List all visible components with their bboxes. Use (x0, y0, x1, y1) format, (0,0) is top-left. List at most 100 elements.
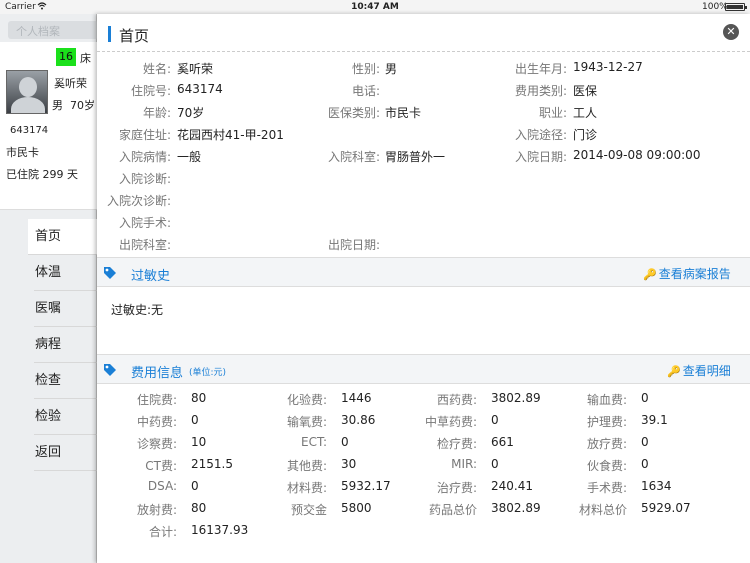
fee-label: 护理费: (586, 415, 627, 429)
fee-value: 0 (491, 457, 499, 471)
tag-icon (104, 267, 116, 279)
fee-value: 5929.07 (641, 501, 691, 515)
nav-item-temperature[interactable]: 体温 (34, 255, 97, 291)
title-accent (108, 26, 111, 42)
fee-label: 诊察费: (136, 437, 177, 451)
fee-value: 3802.89 (491, 391, 541, 405)
sidebar: 个人档案 16 床 奚听荣 男 70岁 643174 市民卡 已住院 299 天… (0, 14, 98, 563)
allergy-text: 过敏史:无 (111, 303, 164, 317)
fee-label: 中草药费: (424, 415, 477, 429)
page-title: 首页 (119, 27, 150, 45)
fees-title: 费用信息 (131, 366, 184, 381)
allergy-title: 过敏史 (131, 269, 171, 284)
fee-label: 治疗费: (436, 481, 477, 495)
fee-label: 西药费: (436, 393, 477, 407)
patient-insurance: 市民卡 (6, 146, 39, 159)
close-icon: ✕ (726, 25, 736, 38)
fee-label: 中药费: (136, 415, 177, 429)
fee-value: 1446 (341, 391, 372, 405)
admission-no-value: 643174 (177, 82, 223, 96)
fee-label: 预交金 (290, 503, 327, 517)
fee-value: 0 (641, 435, 649, 449)
admission-diag-label: 入院诊断: (118, 172, 171, 186)
occupation-value: 工人 (573, 106, 598, 120)
fee-total-label: 合计: (148, 525, 177, 539)
battery-percent: 100% (702, 2, 728, 12)
nav-item-back[interactable]: 返回 (34, 435, 97, 471)
patient-card: 16 床 奚听荣 男 70岁 643174 市民卡 已住院 299 天 (0, 42, 97, 210)
sidebar-nav: 首页 体温 医嘱 病程 检查 检验 返回 (28, 219, 97, 471)
fee-type-value: 医保 (573, 84, 598, 98)
gender-label: 性别: (351, 62, 380, 76)
fee-value: 30.86 (341, 413, 376, 427)
fees-section-header: 费用信息 (单位:元) 🔑 查看明细 (97, 354, 750, 384)
patient-age: 70岁 (70, 99, 95, 112)
patient-gender: 男 (52, 99, 63, 112)
fee-value: 0 (641, 391, 649, 405)
fee-label: 材料总价 (578, 503, 627, 517)
birth-value: 1943-12-27 (573, 60, 643, 74)
fee-value: 39.1 (641, 413, 668, 427)
discharge-dept-label: 出院科室: (118, 238, 171, 252)
view-details-link[interactable]: 🔑 查看明细 (667, 362, 731, 379)
fee-label: 伙食费: (586, 459, 627, 473)
admission-dept-value: 胃肠普外一 (385, 150, 446, 164)
fee-value: 80 (191, 501, 207, 515)
fee-value: 80 (191, 391, 207, 405)
fee-label: ECT: (300, 435, 327, 449)
birth-label: 出生年月: (514, 62, 567, 76)
fee-total-value: 16137.93 (191, 523, 249, 537)
admission-route-label: 入院途径: (514, 128, 567, 142)
status-bar: Carrier 10:47 AM 100% (0, 0, 750, 14)
avatar (6, 70, 48, 114)
profile-tab[interactable]: 个人档案 (8, 21, 98, 39)
admission-route-value: 门诊 (573, 128, 598, 142)
nav-item-labs[interactable]: 检验 (34, 399, 97, 435)
fee-value: 0 (641, 457, 649, 471)
fee-value: 30 (341, 457, 357, 471)
fee-value: 0 (341, 435, 349, 449)
close-button[interactable]: ✕ (723, 24, 739, 40)
fee-label: 输氧费: (286, 415, 327, 429)
nav-item-orders[interactable]: 医嘱 (34, 291, 97, 327)
name-label: 姓名: (142, 62, 171, 76)
tag-icon (104, 364, 116, 376)
admission-dept-label: 入院科室: (327, 150, 380, 164)
fee-value: 1634 (641, 479, 672, 493)
fee-value: 0 (191, 413, 199, 427)
age-label: 年龄: (142, 106, 171, 120)
occupation-label: 职业: (538, 106, 567, 120)
nav-item-home[interactable]: 首页 (28, 219, 97, 255)
nav-item-progress[interactable]: 病程 (34, 327, 97, 363)
main-panel: 首页 ✕ 姓名: 奚听荣 性别: 男 出生年月: 1943-12-27 住院号:… (97, 14, 750, 563)
fee-label: 材料费: (286, 481, 327, 495)
fee-label: 其他费: (286, 459, 327, 473)
admission-date-value: 2014-09-08 09:00:00 (573, 148, 701, 162)
fee-value: 3802.89 (491, 501, 541, 515)
bed-number-badge: 16 (56, 48, 76, 66)
fee-value: 240.41 (491, 479, 533, 493)
fee-label: MIR: (451, 457, 477, 471)
discharge-date-label: 出院日期: (327, 238, 380, 252)
nav-item-exams[interactable]: 检查 (34, 363, 97, 399)
fee-label: CT费: (145, 459, 177, 473)
insurance-type-label: 医保类别: (327, 106, 380, 120)
fee-label: 手术费: (586, 481, 627, 495)
fee-label: 输血费: (586, 393, 627, 407)
patient-days: 已住院 299 天 (6, 168, 78, 181)
view-medical-report-link[interactable]: 🔑 查看病案报告 (643, 265, 731, 282)
patient-id: 643174 (10, 125, 49, 136)
age-value: 70岁 (177, 106, 205, 120)
insurance-type-value: 市民卡 (385, 106, 422, 120)
fee-label: 检疗费: (436, 437, 477, 451)
fee-type-label: 费用类别: (514, 84, 567, 98)
admission-surgery-label: 入院手术: (118, 216, 171, 230)
admission-condition-label: 入院病情: (118, 150, 171, 164)
fee-value: 2151.5 (191, 457, 233, 471)
admission-condition-value: 一般 (177, 150, 202, 164)
fee-value: 661 (491, 435, 514, 449)
fee-value: 5932.17 (341, 479, 391, 493)
fees-unit: (单位:元) (189, 368, 227, 378)
fee-label: 放射费: (136, 503, 177, 517)
admission-secondary-diag-label: 入院次诊断: (106, 194, 171, 208)
